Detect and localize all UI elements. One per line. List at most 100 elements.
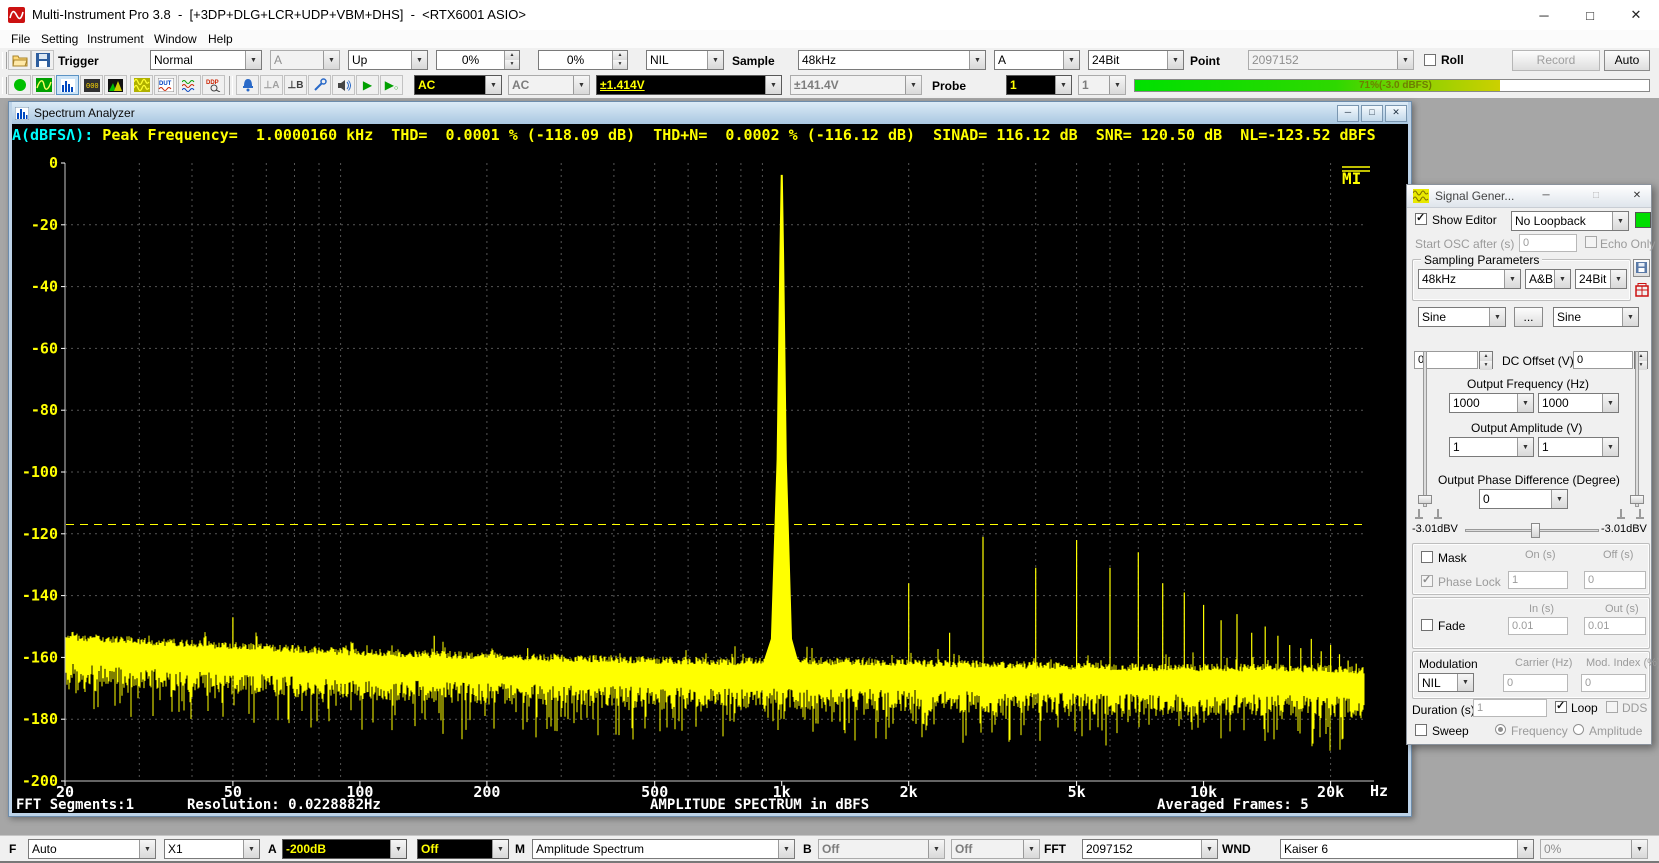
spectrum-maximize-button[interactable]: □ xyxy=(1361,105,1383,122)
multimeter-button[interactable]: 000 xyxy=(80,75,103,95)
frequency-b-select[interactable]: 1000▼ xyxy=(1538,393,1619,413)
loopback-select[interactable]: No Loopback▼ xyxy=(1511,211,1629,231)
sampling-channel-select[interactable]: A▼ xyxy=(994,50,1080,70)
a-range-select[interactable]: -200dB▼ xyxy=(282,839,407,859)
menu-instrument[interactable]: Instrument xyxy=(80,30,151,48)
duration-input[interactable]: 1 xyxy=(1473,699,1547,717)
a-shift-select[interactable]: Off▼ xyxy=(417,839,509,859)
waveform-editor-button[interactable]: ... xyxy=(1514,307,1543,327)
roll-checkbox[interactable] xyxy=(1424,54,1436,66)
fade-in-input[interactable]: 0.01 xyxy=(1508,617,1568,635)
signal-generator-button[interactable] xyxy=(130,75,153,95)
dc-offset-a-spinner[interactable]: ▲▼ xyxy=(1479,351,1493,369)
open-file-button[interactable] xyxy=(8,50,31,70)
menu-window[interactable]: Window xyxy=(147,30,204,48)
fade-checkbox[interactable] xyxy=(1421,619,1433,631)
fade-out-input[interactable]: 0.01 xyxy=(1584,617,1646,635)
amplitude-b-select[interactable]: 1▼ xyxy=(1538,437,1619,457)
phase-lock-checkbox[interactable] xyxy=(1421,575,1433,587)
spin-down-icon[interactable]: ▼ xyxy=(505,60,519,69)
fft-size-select[interactable]: 2097152▼ xyxy=(1082,839,1218,859)
level-slider-a-handle[interactable] xyxy=(1418,495,1432,504)
overlap-select[interactable]: 0%▼ xyxy=(1540,839,1648,859)
phase-difference-select[interactable]: 0▼ xyxy=(1479,489,1568,509)
level-slider-b-handle[interactable] xyxy=(1630,495,1644,504)
siggen-maximize-button[interactable]: □ xyxy=(1586,188,1606,203)
coupling-b-select[interactable]: AC▼ xyxy=(508,75,590,95)
signal-generator-titlebar[interactable]: Signal Gener... ─ □ ✕ xyxy=(1407,185,1651,208)
window-function-select[interactable]: Kaiser 6▼ xyxy=(1280,839,1534,859)
sweep-frequency-radio[interactable] xyxy=(1495,724,1506,735)
b-range-select[interactable]: Off▼ xyxy=(818,839,945,859)
run-button[interactable]: ▶ xyxy=(356,75,379,95)
modulation-type-select[interactable]: NIL▼ xyxy=(1418,673,1474,692)
sg-bits-select[interactable]: 24Bit▼ xyxy=(1575,269,1627,289)
trigger-mode-select[interactable]: Normal▼ xyxy=(150,50,262,70)
waveform-b-select[interactable]: Sine▼ xyxy=(1553,307,1639,327)
siggen-minimize-button[interactable]: ─ xyxy=(1536,188,1556,203)
record-button[interactable]: Record xyxy=(1512,50,1600,71)
echo-only-checkbox[interactable] xyxy=(1585,236,1597,248)
spin-down-icon[interactable]: ▼ xyxy=(613,60,627,69)
probe-b-select[interactable]: 1▼ xyxy=(1078,75,1126,95)
sound-output-button[interactable] xyxy=(332,75,355,95)
spectrum-analyzer-button[interactable] xyxy=(56,75,79,95)
sg-sampling-rate-select[interactable]: 48kHz▼ xyxy=(1418,269,1521,289)
amplitude-a-select[interactable]: 1▼ xyxy=(1449,437,1534,457)
spin-down-icon[interactable]: ▼ xyxy=(1480,361,1492,370)
mask-off-input[interactable]: 0 xyxy=(1584,571,1646,589)
input-probe-button[interactable] xyxy=(308,75,331,95)
spin-up-icon[interactable]: ▲ xyxy=(1480,352,1492,361)
oscilloscope-button[interactable] xyxy=(32,75,55,95)
dut-button[interactable]: DUT xyxy=(154,75,177,95)
sweep-amplitude-radio[interactable] xyxy=(1573,724,1584,735)
trigger-level-spinner[interactable]: 0% ▲▼ xyxy=(436,50,520,70)
window-close-button[interactable]: ✕ xyxy=(1613,0,1659,30)
device-config-icon[interactable] xyxy=(1635,283,1650,298)
toolbar-grip[interactable] xyxy=(2,52,7,69)
save-file-button[interactable] xyxy=(31,50,54,70)
mask-on-input[interactable]: 1 xyxy=(1508,571,1568,589)
spectrum-minimize-button[interactable]: ─ xyxy=(1337,105,1359,122)
window-maximize-button[interactable]: □ xyxy=(1567,0,1613,30)
probe-a-select[interactable]: 1▼ xyxy=(1006,75,1072,95)
b-shift-select[interactable]: Off▼ xyxy=(951,839,1040,859)
point-count-select[interactable]: 2097152▼ xyxy=(1248,50,1414,70)
sound-device-button[interactable] xyxy=(236,75,259,95)
spectrum-close-button[interactable]: ✕ xyxy=(1385,105,1407,122)
sg-channel-select[interactable]: A&B▼ xyxy=(1525,269,1571,289)
frequency-a-select[interactable]: 1000▼ xyxy=(1449,393,1534,413)
sampling-bits-select[interactable]: 24Bit▼ xyxy=(1088,50,1184,70)
mask-checkbox[interactable] xyxy=(1421,551,1433,563)
range-a-select[interactable]: ±1.414V▼ xyxy=(596,75,782,95)
output-on-indicator[interactable] xyxy=(1635,212,1651,228)
start-osc-input[interactable]: 0 xyxy=(1519,234,1577,252)
derived-data-button[interactable] xyxy=(178,75,201,95)
zoom-select[interactable]: X1▼ xyxy=(164,839,260,859)
dds-checkbox[interactable] xyxy=(1606,701,1618,713)
phase-slider-handle[interactable] xyxy=(1531,523,1540,538)
sg-save-button[interactable] xyxy=(1633,259,1650,277)
spectrum-plot[interactable]: MI FFT Segments:1 Resolution: 0.0228882H… xyxy=(12,146,1408,813)
toolbar-grip[interactable] xyxy=(2,77,7,94)
level-slider-a[interactable] xyxy=(1423,351,1427,507)
menu-file[interactable]: File xyxy=(4,30,37,48)
spin-up-icon[interactable]: ▲ xyxy=(613,51,627,60)
run-single-button[interactable]: ▶○ xyxy=(380,75,403,95)
trigger-edge-select[interactable]: Up▼ xyxy=(348,50,428,70)
probe-calibration-a-button[interactable]: ⊥A xyxy=(260,75,283,95)
run-indicator-button[interactable] xyxy=(8,75,31,95)
carrier-input[interactable]: 0 xyxy=(1503,674,1568,692)
menu-setting[interactable]: Setting xyxy=(34,30,85,48)
sweep-checkbox[interactable] xyxy=(1415,724,1427,736)
display-mode-select[interactable]: Amplitude Spectrum▼ xyxy=(532,839,795,859)
auto-button[interactable]: Auto xyxy=(1604,50,1650,71)
loop-checkbox[interactable] xyxy=(1555,701,1567,713)
probe-calibration-b-button[interactable]: ⊥B xyxy=(284,75,307,95)
waveform-a-select[interactable]: Sine▼ xyxy=(1418,307,1506,327)
range-b-select[interactable]: ±141.4V▼ xyxy=(790,75,922,95)
spin-up-icon[interactable]: ▲ xyxy=(505,51,519,60)
siggen-close-button[interactable]: ✕ xyxy=(1627,188,1647,203)
trigger-source-select[interactable]: A▼ xyxy=(270,50,340,70)
window-minimize-button[interactable]: ─ xyxy=(1521,0,1567,30)
